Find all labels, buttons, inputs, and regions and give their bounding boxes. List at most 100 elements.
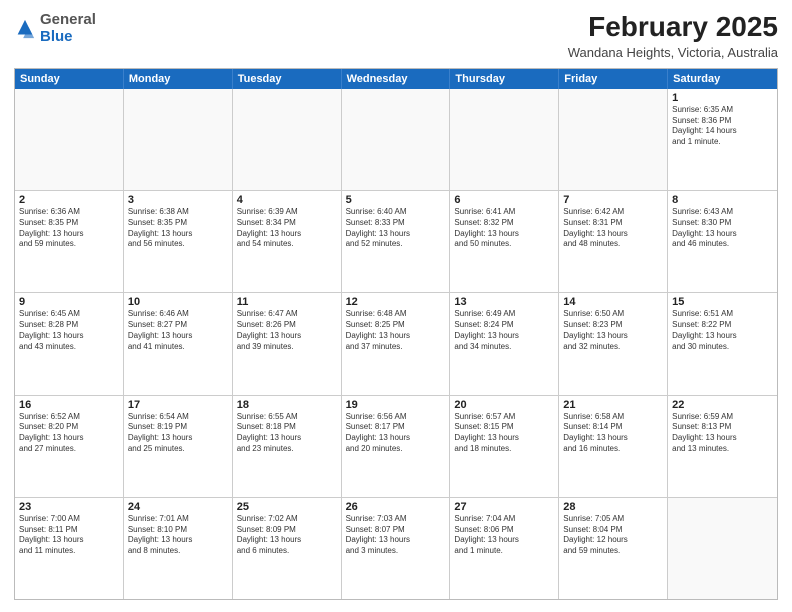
month-title: February 2025 — [568, 12, 778, 43]
calendar-cell-7: 7Sunrise: 6:42 AM Sunset: 8:31 PM Daylig… — [559, 191, 668, 292]
header: General Blue February 2025 Wandana Heigh… — [14, 12, 778, 60]
logo-blue: Blue — [40, 28, 73, 45]
day-number: 26 — [346, 501, 446, 513]
calendar-cell-23: 23Sunrise: 7:00 AM Sunset: 8:11 PM Dayli… — [15, 498, 124, 599]
day-number: 16 — [19, 399, 119, 411]
calendar-cell-21: 21Sunrise: 6:58 AM Sunset: 8:14 PM Dayli… — [559, 396, 668, 497]
day-info: Sunrise: 6:52 AM Sunset: 8:20 PM Dayligh… — [19, 412, 119, 455]
day-number: 12 — [346, 296, 446, 308]
calendar-cell-6: 6Sunrise: 6:41 AM Sunset: 8:32 PM Daylig… — [450, 191, 559, 292]
logo-text: General Blue — [40, 12, 96, 45]
calendar-cell-16: 16Sunrise: 6:52 AM Sunset: 8:20 PM Dayli… — [15, 396, 124, 497]
header-day-wednesday: Wednesday — [342, 69, 451, 89]
calendar-cell-28: 28Sunrise: 7:05 AM Sunset: 8:04 PM Dayli… — [559, 498, 668, 599]
header-day-saturday: Saturday — [668, 69, 777, 89]
calendar-cell-empty — [233, 89, 342, 190]
calendar-cell-24: 24Sunrise: 7:01 AM Sunset: 8:10 PM Dayli… — [124, 498, 233, 599]
calendar-cell-empty — [124, 89, 233, 190]
day-info: Sunrise: 6:59 AM Sunset: 8:13 PM Dayligh… — [672, 412, 773, 455]
calendar-cell-10: 10Sunrise: 6:46 AM Sunset: 8:27 PM Dayli… — [124, 293, 233, 394]
day-number: 27 — [454, 501, 554, 513]
day-number: 13 — [454, 296, 554, 308]
day-info: Sunrise: 6:57 AM Sunset: 8:15 PM Dayligh… — [454, 412, 554, 455]
calendar-cell-18: 18Sunrise: 6:55 AM Sunset: 8:18 PM Dayli… — [233, 396, 342, 497]
day-info: Sunrise: 7:03 AM Sunset: 8:07 PM Dayligh… — [346, 514, 446, 557]
day-number: 11 — [237, 296, 337, 308]
calendar: SundayMondayTuesdayWednesdayThursdayFrid… — [14, 68, 778, 600]
day-info: Sunrise: 6:38 AM Sunset: 8:35 PM Dayligh… — [128, 207, 228, 250]
day-info: Sunrise: 6:50 AM Sunset: 8:23 PM Dayligh… — [563, 309, 663, 352]
calendar-row-2: 2Sunrise: 6:36 AM Sunset: 8:35 PM Daylig… — [15, 191, 777, 293]
calendar-cell-3: 3Sunrise: 6:38 AM Sunset: 8:35 PM Daylig… — [124, 191, 233, 292]
day-number: 3 — [128, 194, 228, 206]
day-info: Sunrise: 6:54 AM Sunset: 8:19 PM Dayligh… — [128, 412, 228, 455]
calendar-cell-20: 20Sunrise: 6:57 AM Sunset: 8:15 PM Dayli… — [450, 396, 559, 497]
header-day-monday: Monday — [124, 69, 233, 89]
day-info: Sunrise: 6:58 AM Sunset: 8:14 PM Dayligh… — [563, 412, 663, 455]
calendar-cell-12: 12Sunrise: 6:48 AM Sunset: 8:25 PM Dayli… — [342, 293, 451, 394]
calendar-cell-26: 26Sunrise: 7:03 AM Sunset: 8:07 PM Dayli… — [342, 498, 451, 599]
calendar-cell-empty — [559, 89, 668, 190]
day-number: 20 — [454, 399, 554, 411]
day-number: 18 — [237, 399, 337, 411]
day-number: 19 — [346, 399, 446, 411]
day-number: 1 — [672, 92, 773, 104]
calendar-cell-empty — [450, 89, 559, 190]
day-info: Sunrise: 6:47 AM Sunset: 8:26 PM Dayligh… — [237, 309, 337, 352]
day-info: Sunrise: 6:40 AM Sunset: 8:33 PM Dayligh… — [346, 207, 446, 250]
calendar-cell-9: 9Sunrise: 6:45 AM Sunset: 8:28 PM Daylig… — [15, 293, 124, 394]
day-info: Sunrise: 6:48 AM Sunset: 8:25 PM Dayligh… — [346, 309, 446, 352]
calendar-cell-15: 15Sunrise: 6:51 AM Sunset: 8:22 PM Dayli… — [668, 293, 777, 394]
header-day-sunday: Sunday — [15, 69, 124, 89]
calendar-cell-1: 1Sunrise: 6:35 AM Sunset: 8:36 PM Daylig… — [668, 89, 777, 190]
day-info: Sunrise: 6:43 AM Sunset: 8:30 PM Dayligh… — [672, 207, 773, 250]
day-info: Sunrise: 7:02 AM Sunset: 8:09 PM Dayligh… — [237, 514, 337, 557]
location: Wandana Heights, Victoria, Australia — [568, 45, 778, 60]
day-number: 21 — [563, 399, 663, 411]
day-info: Sunrise: 6:46 AM Sunset: 8:27 PM Dayligh… — [128, 309, 228, 352]
day-number: 22 — [672, 399, 773, 411]
day-number: 23 — [19, 501, 119, 513]
logo: General Blue — [14, 12, 96, 45]
day-number: 4 — [237, 194, 337, 206]
calendar-cell-4: 4Sunrise: 6:39 AM Sunset: 8:34 PM Daylig… — [233, 191, 342, 292]
calendar-row-5: 23Sunrise: 7:00 AM Sunset: 8:11 PM Dayli… — [15, 498, 777, 599]
day-number: 17 — [128, 399, 228, 411]
day-info: Sunrise: 7:04 AM Sunset: 8:06 PM Dayligh… — [454, 514, 554, 557]
day-number: 2 — [19, 194, 119, 206]
calendar-row-1: 1Sunrise: 6:35 AM Sunset: 8:36 PM Daylig… — [15, 89, 777, 191]
day-number: 5 — [346, 194, 446, 206]
day-info: Sunrise: 7:01 AM Sunset: 8:10 PM Dayligh… — [128, 514, 228, 557]
day-number: 6 — [454, 194, 554, 206]
calendar-row-3: 9Sunrise: 6:45 AM Sunset: 8:28 PM Daylig… — [15, 293, 777, 395]
calendar-cell-22: 22Sunrise: 6:59 AM Sunset: 8:13 PM Dayli… — [668, 396, 777, 497]
day-info: Sunrise: 6:51 AM Sunset: 8:22 PM Dayligh… — [672, 309, 773, 352]
calendar-cell-17: 17Sunrise: 6:54 AM Sunset: 8:19 PM Dayli… — [124, 396, 233, 497]
day-info: Sunrise: 6:42 AM Sunset: 8:31 PM Dayligh… — [563, 207, 663, 250]
day-info: Sunrise: 6:39 AM Sunset: 8:34 PM Dayligh… — [237, 207, 337, 250]
day-info: Sunrise: 6:41 AM Sunset: 8:32 PM Dayligh… — [454, 207, 554, 250]
day-number: 15 — [672, 296, 773, 308]
calendar-cell-empty — [668, 498, 777, 599]
calendar-body: 1Sunrise: 6:35 AM Sunset: 8:36 PM Daylig… — [15, 89, 777, 599]
day-info: Sunrise: 6:35 AM Sunset: 8:36 PM Dayligh… — [672, 105, 773, 148]
calendar-cell-8: 8Sunrise: 6:43 AM Sunset: 8:30 PM Daylig… — [668, 191, 777, 292]
calendar-cell-27: 27Sunrise: 7:04 AM Sunset: 8:06 PM Dayli… — [450, 498, 559, 599]
day-info: Sunrise: 7:05 AM Sunset: 8:04 PM Dayligh… — [563, 514, 663, 557]
day-number: 28 — [563, 501, 663, 513]
calendar-cell-14: 14Sunrise: 6:50 AM Sunset: 8:23 PM Dayli… — [559, 293, 668, 394]
day-number: 10 — [128, 296, 228, 308]
logo-icon — [14, 18, 36, 40]
calendar-cell-empty — [15, 89, 124, 190]
header-day-friday: Friday — [559, 69, 668, 89]
calendar-row-4: 16Sunrise: 6:52 AM Sunset: 8:20 PM Dayli… — [15, 396, 777, 498]
day-number: 9 — [19, 296, 119, 308]
day-number: 24 — [128, 501, 228, 513]
header-day-tuesday: Tuesday — [233, 69, 342, 89]
title-block: February 2025 Wandana Heights, Victoria,… — [568, 12, 778, 60]
calendar-cell-empty — [342, 89, 451, 190]
day-number: 7 — [563, 194, 663, 206]
calendar-cell-11: 11Sunrise: 6:47 AM Sunset: 8:26 PM Dayli… — [233, 293, 342, 394]
calendar-cell-19: 19Sunrise: 6:56 AM Sunset: 8:17 PM Dayli… — [342, 396, 451, 497]
logo-general: General — [40, 11, 96, 28]
